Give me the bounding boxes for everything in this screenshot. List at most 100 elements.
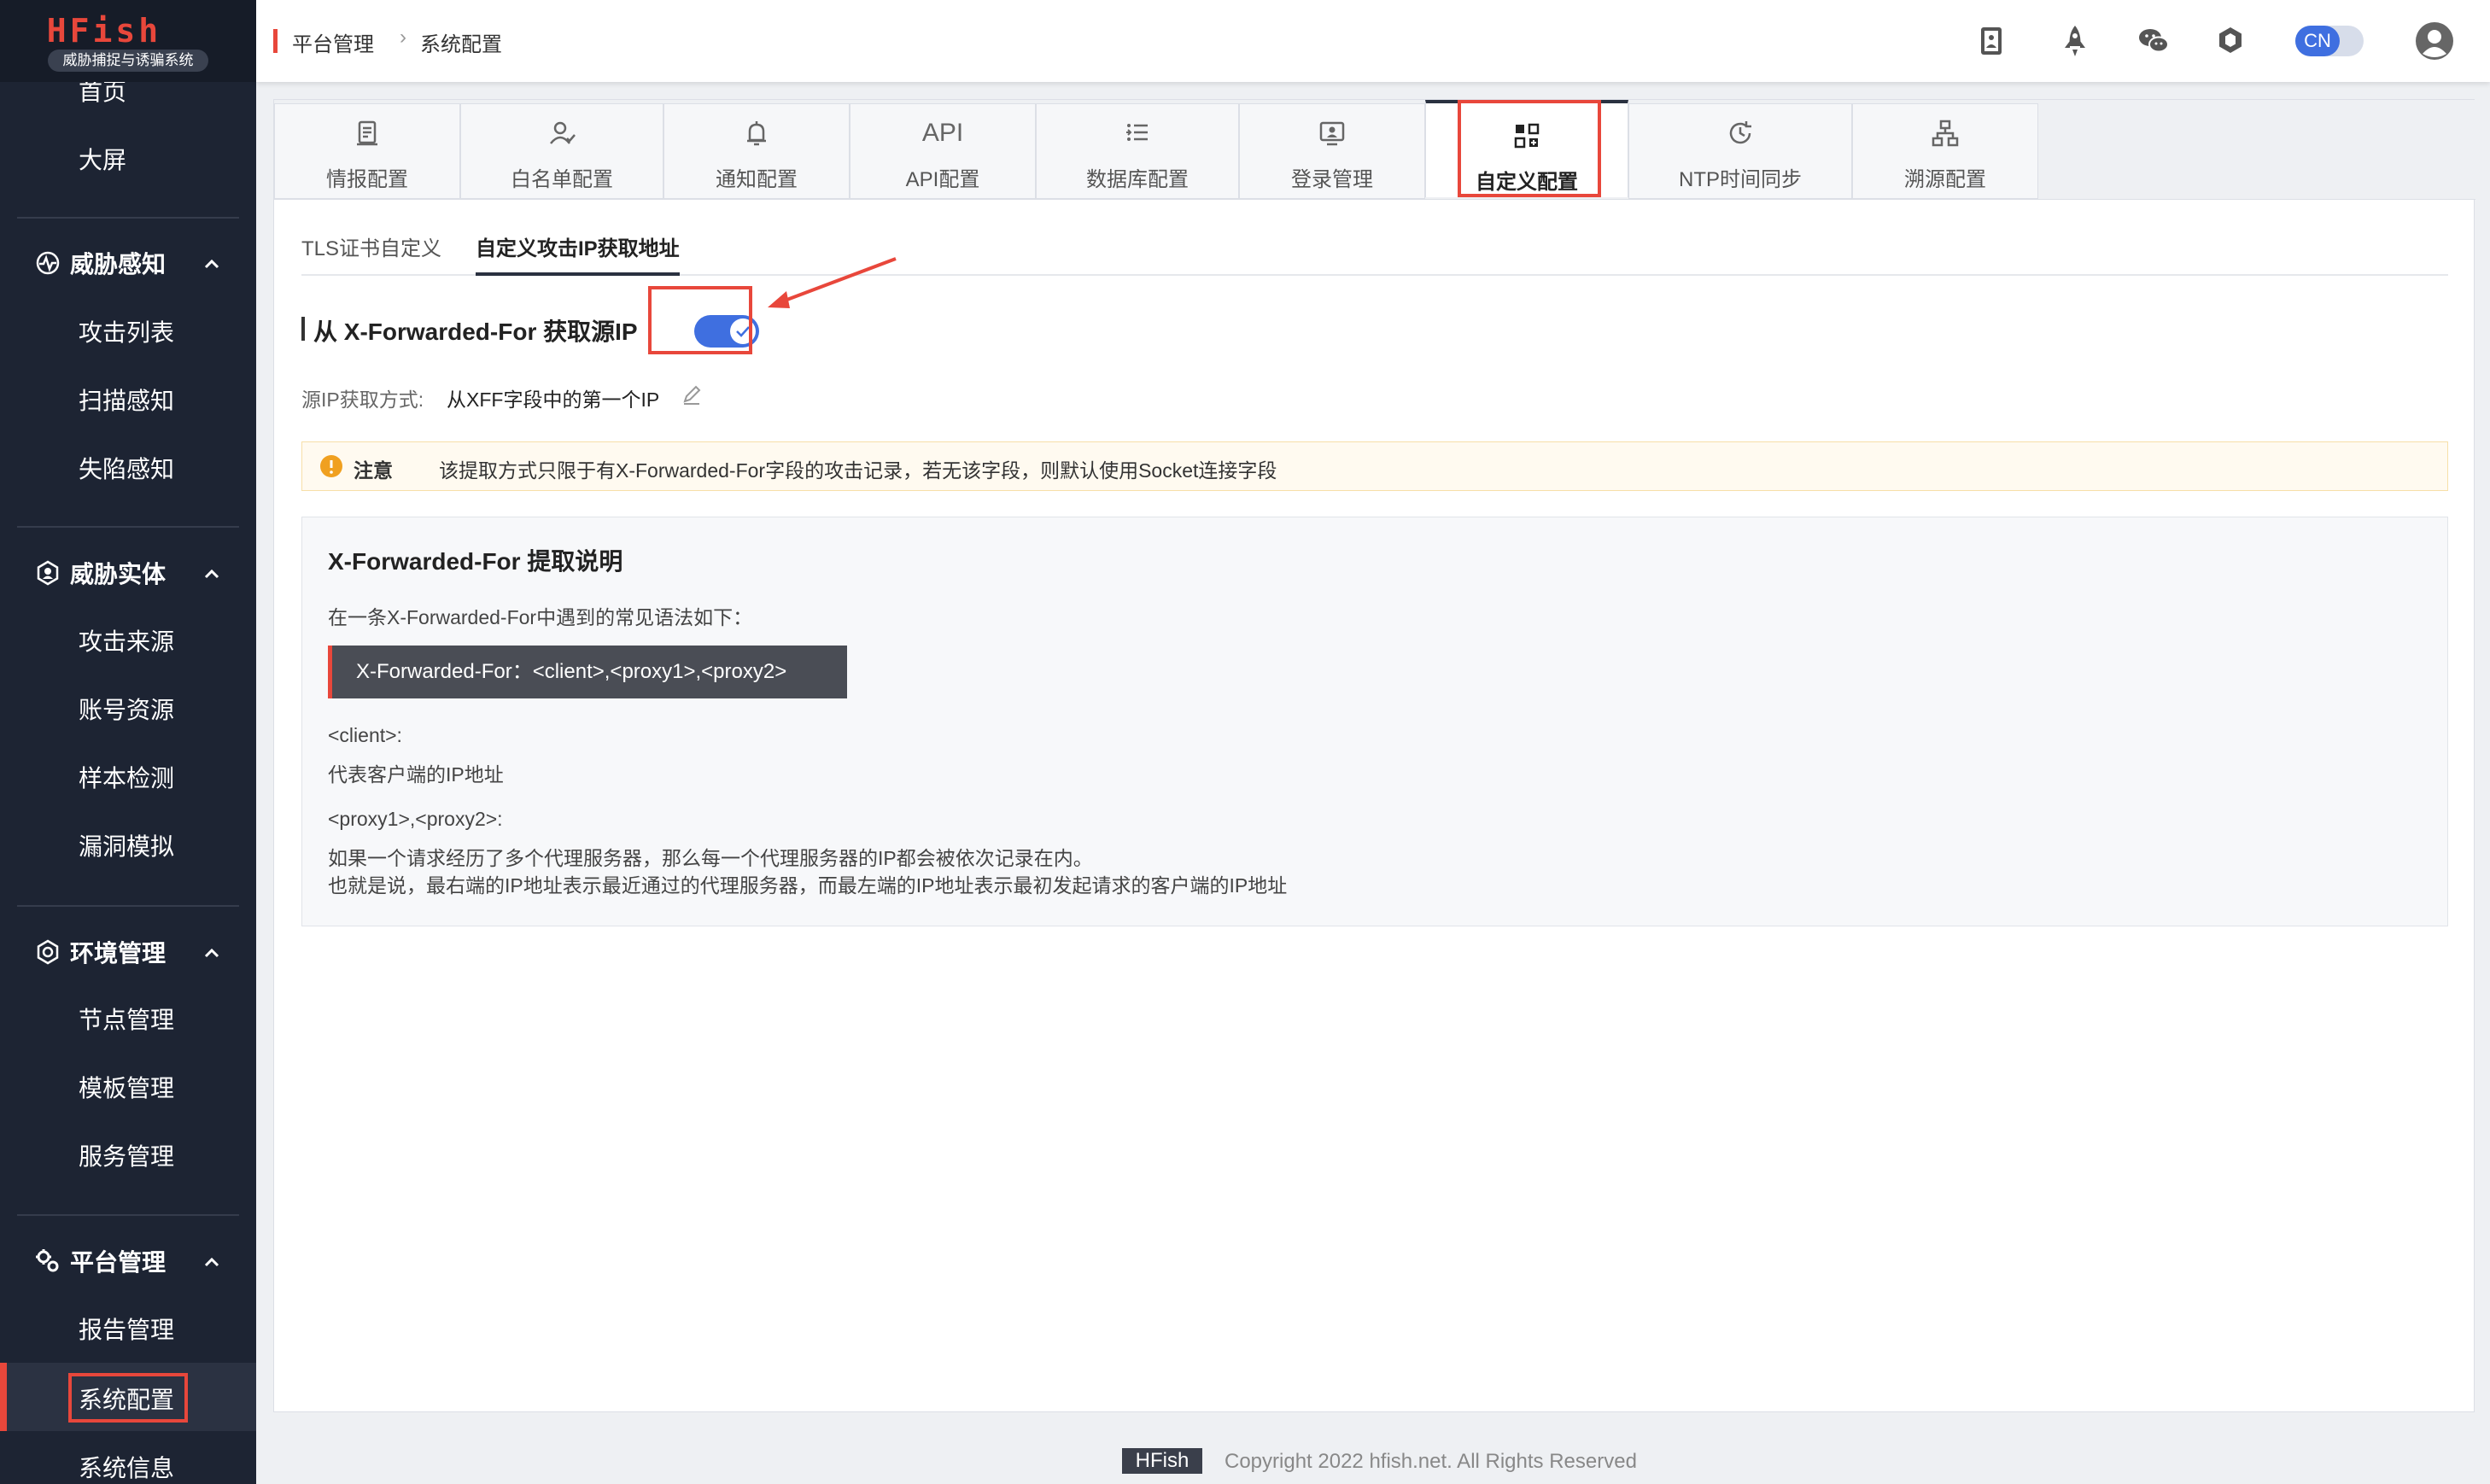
top-header: 平台管理 › 系统配置 CN: [256, 0, 2490, 82]
notice-text: 该提取方式只限于有X-Forwarded-For字段的攻击记录，若无该字段，则默…: [439, 459, 1277, 482]
footer-brand: HFish: [1122, 1448, 1202, 1474]
manual-book-icon[interactable]: [1973, 22, 2010, 60]
wechat-icon[interactable]: [2135, 22, 2172, 60]
proxy-description-1: 如果一个请求经历了多个代理服务器，那么每一个代理服务器的IP都会被依次记录在内。: [328, 847, 1093, 869]
logo-text: HFish: [46, 12, 162, 50]
tab-whitelist[interactable]: 白名单配置: [460, 103, 663, 199]
subtab-tls[interactable]: TLS证书自定义: [301, 231, 441, 272]
breadcrumb-item-platform[interactable]: 平台管理: [292, 27, 374, 57]
active-indicator: [0, 1363, 7, 1431]
hexagon-icon[interactable]: [2212, 22, 2249, 60]
language-label: CN: [2295, 26, 2340, 56]
client-description: 代表客户端的IP地址: [328, 763, 504, 786]
main-panel: 情报配置 白名单配置 通知配置 API API配置 数据库配置 登录管理 自定义…: [273, 99, 2475, 1412]
sidebar-item-compromise-perception[interactable]: 失陷感知: [79, 451, 174, 485]
tab-database[interactable]: 数据库配置: [1036, 103, 1239, 199]
highlight-box: [68, 1373, 188, 1423]
sidebar-group-platform[interactable]: 平台管理: [34, 1246, 239, 1280]
breadcrumb-item-current: 系统配置: [420, 33, 502, 56]
avatar-icon[interactable]: [2415, 21, 2454, 61]
chevron-up-icon: [202, 254, 222, 275]
logo[interactable]: HFish 威胁捕捉与诱骗系统: [0, 0, 256, 82]
sidebar-item-sample-detection[interactable]: 样本检测: [79, 760, 174, 794]
highlight-box: [1458, 100, 1601, 197]
sidebar-item-system-info[interactable]: 系统信息: [79, 1450, 174, 1484]
group-label: 威胁实体: [70, 561, 167, 587]
sidebar-divider: [17, 1214, 239, 1216]
warning-icon: [319, 454, 343, 478]
edit-pencil-icon[interactable]: [681, 383, 703, 406]
card-title: X-Forwarded-For 提取说明: [328, 548, 623, 575]
chevron-up-icon: [202, 1253, 222, 1273]
tab-trace[interactable]: 溯源配置: [1852, 103, 2038, 199]
sidebar-item-attack-list[interactable]: 攻击列表: [79, 314, 174, 348]
config-tabs: 情报配置 白名单配置 通知配置 API API配置 数据库配置 登录管理 自定义…: [274, 100, 2475, 200]
syntax-code-block: X-Forwarded-For：<client>,<proxy1>,<proxy…: [328, 646, 847, 698]
tab-label: 数据库配置: [1086, 168, 1189, 191]
sidebar-group-threat-entity[interactable]: 威胁实体: [34, 558, 239, 592]
card-intro: 在一条X-Forwarded-For中遇到的常见语法如下：: [328, 606, 753, 628]
tab-label: 情报配置: [326, 168, 408, 191]
sidebar-item-service-management[interactable]: 服务管理: [79, 1138, 174, 1172]
highlight-box: [648, 286, 752, 354]
ip-method-label: 源IP获取方式:: [301, 389, 424, 411]
language-toggle[interactable]: CN: [2295, 26, 2364, 56]
sub-tabs: TLS证书自定义 自定义攻击IP获取地址: [301, 231, 2448, 276]
api-text-icon: API: [921, 119, 964, 147]
logo-subtitle: 威胁捕捉与诱骗系统: [48, 50, 208, 72]
notice-title: 注意: [354, 459, 393, 482]
group-label: 环境管理: [70, 940, 167, 967]
user-whitelist-icon: [547, 118, 577, 149]
xff-explanation-card: X-Forwarded-For 提取说明 在一条X-Forwarded-For中…: [301, 517, 2448, 926]
sidebar: HFish 威胁捕捉与诱骗系统 首页 大屏 威胁感知 攻击列表 扫描感知 失陷感…: [0, 0, 256, 1484]
tab-notification[interactable]: 通知配置: [663, 103, 850, 199]
gears-icon: [34, 1247, 61, 1275]
sidebar-item-vuln-simulation[interactable]: 漏洞模拟: [79, 828, 174, 862]
sidebar-item-bigscreen[interactable]: 大屏: [79, 142, 126, 176]
rocket-icon[interactable]: [2056, 22, 2094, 60]
proxy-term: <proxy1>,<proxy2>:: [328, 808, 503, 830]
tab-intel[interactable]: 情报配置: [274, 103, 460, 199]
tab-label: 溯源配置: [1904, 168, 1986, 191]
tab-ntp[interactable]: NTP时间同步: [1628, 103, 1852, 199]
tab-api[interactable]: API API配置: [850, 103, 1036, 199]
sidebar-item-report-management[interactable]: 报告管理: [79, 1312, 174, 1346]
tab-label: 白名单配置: [511, 168, 613, 191]
database-list-icon: [1122, 118, 1153, 149]
sidebar-divider: [17, 217, 239, 219]
xff-label: 从 X-Forwarded-For 获取源IP: [313, 318, 638, 345]
breadcrumb-accent: [273, 29, 278, 53]
tab-label: 登录管理: [1291, 168, 1373, 191]
client-term: <client>:: [328, 724, 402, 746]
login-screen-icon: [1317, 118, 1347, 149]
notice-banner: 注意 该提取方式只限于有X-Forwarded-For字段的攻击记录，若无该字段…: [301, 441, 2448, 491]
radar-icon: [34, 249, 61, 277]
sidebar-divider: [17, 526, 239, 528]
sidebar-group-environment[interactable]: 环境管理: [34, 937, 239, 971]
proxy-description-2: 也就是说，最右端的IP地址表示最近通过的代理服务器，而最左端的IP地址表示最初发…: [328, 874, 1288, 897]
annotation-arrow: [768, 257, 897, 308]
gear-hexagon-icon: [34, 938, 61, 966]
group-label: 平台管理: [70, 1249, 167, 1276]
tab-label: API配置: [905, 168, 980, 191]
sidebar-group-threat-perception[interactable]: 威胁感知: [34, 248, 239, 282]
bell-icon: [741, 118, 772, 149]
tab-login[interactable]: 登录管理: [1239, 103, 1425, 199]
hexagon-shield-icon: [34, 559, 61, 587]
sidebar-item-template-management[interactable]: 模板管理: [79, 1070, 174, 1104]
ip-method-value: 从XFF字段中的第一个IP: [447, 389, 660, 411]
footer-copyright: Copyright 2022 hfish.net. All Rights Res…: [1225, 1450, 1637, 1473]
breadcrumb-separator: ›: [400, 26, 406, 49]
clock-sync-icon: [1725, 118, 1756, 149]
sidebar-item-node-management[interactable]: 节点管理: [79, 1002, 174, 1036]
intel-icon: [352, 118, 383, 149]
tab-label: 通知配置: [716, 168, 798, 191]
sidebar-item-scan-perception[interactable]: 扫描感知: [79, 383, 174, 417]
sidebar-divider: [17, 905, 239, 907]
subtab-custom-ip[interactable]: 自定义攻击IP获取地址: [476, 231, 680, 276]
sidebar-item-attack-source[interactable]: 攻击来源: [79, 623, 174, 657]
sidebar-item-account-resource[interactable]: 账号资源: [79, 692, 174, 726]
chevron-up-icon: [202, 944, 222, 964]
section-marker: [301, 317, 305, 341]
tab-label: NTP时间同步: [1679, 168, 1802, 191]
